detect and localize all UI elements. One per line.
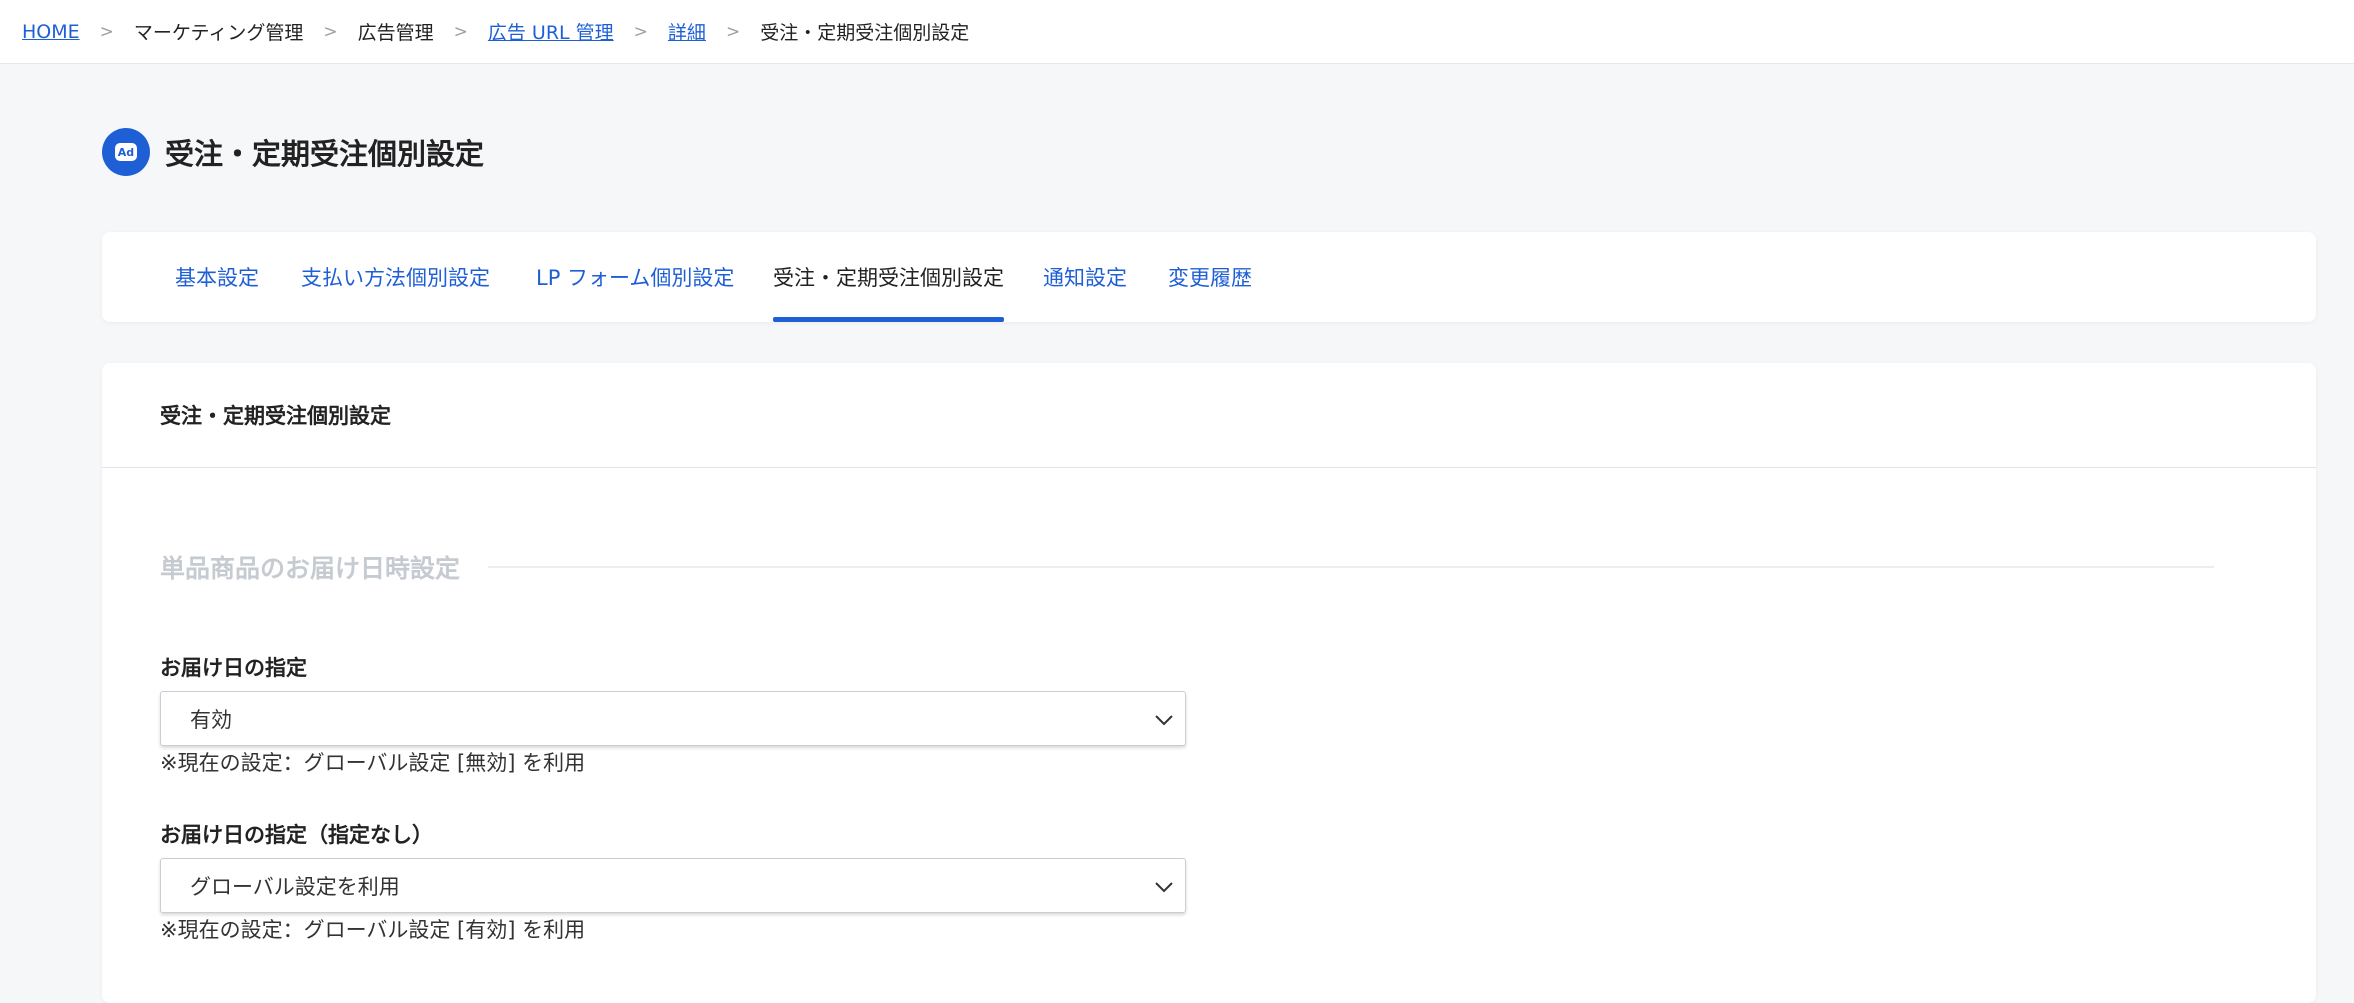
section-divider <box>488 566 2214 568</box>
breadcrumb-separator: > <box>453 21 468 42</box>
breadcrumb-current: 受注・定期受注個別設定 <box>760 22 970 44</box>
tab-bar: 基本設定 支払い方法個別設定 LP フォーム個別設定 受注・定期受注個別設定 通… <box>102 232 2316 322</box>
breadcrumb-separator: > <box>633 21 648 42</box>
page-header: Ad 受注・定期受注個別設定 <box>102 128 484 176</box>
chevron-down-icon <box>1155 882 1173 893</box>
card-heading: 受注・定期受注個別設定 <box>102 363 2316 468</box>
page-title: 受注・定期受注個別設定 <box>165 137 485 171</box>
settings-card: 受注・定期受注個別設定 単品商品のお届け日時設定 お届け日の指定 有効 ※現在の… <box>102 363 2316 1003</box>
breadcrumb-marketing: マーケティング管理 <box>133 22 304 44</box>
ad-icon: Ad <box>102 128 150 176</box>
breadcrumb-ad-management: 広告管理 <box>357 22 434 44</box>
delivery-date-select-value: 有効 <box>190 707 232 732</box>
section-title: 単品商品のお届け日時設定 <box>160 554 461 583</box>
delivery-date-field: お届け日の指定 有効 ※現在の設定：グローバル設定 [無効] を利用 <box>160 653 1186 778</box>
tab-order-settings[interactable]: 受注・定期受注個別設定 <box>773 232 1004 322</box>
tab-change-history[interactable]: 変更履歴 <box>1168 232 1252 322</box>
breadcrumb-ad-url-link[interactable]: 広告 URL 管理 <box>488 18 614 45</box>
tab-notification-settings[interactable]: 通知設定 <box>1043 232 1127 322</box>
delivery-date-unspecified-select-value: グローバル設定を利用 <box>190 874 400 899</box>
delivery-date-label: お届け日の指定 <box>160 656 307 680</box>
breadcrumb-home-link[interactable]: HOME <box>22 21 80 43</box>
breadcrumb-separator: > <box>323 21 338 42</box>
delivery-date-unspecified-select[interactable]: グローバル設定を利用 <box>160 858 1186 913</box>
delivery-date-unspecified-label: お届け日の指定（指定なし） <box>160 823 433 847</box>
section-header: 単品商品のお届け日時設定 <box>160 547 2214 587</box>
delivery-date-note: ※現在の設定：グローバル設定 [無効] を利用 <box>160 751 586 775</box>
breadcrumb: HOME > マーケティング管理 > 広告管理 > 広告 URL 管理 > 詳細… <box>0 0 2354 64</box>
delivery-date-unspecified-note: ※現在の設定：グローバル設定 [有効] を利用 <box>160 918 586 942</box>
tab-payment-settings[interactable]: 支払い方法個別設定 <box>301 232 490 322</box>
delivery-date-select[interactable]: 有効 <box>160 691 1186 746</box>
breadcrumb-separator: > <box>99 21 114 42</box>
ad-icon-label: Ad <box>115 143 137 161</box>
chevron-down-icon <box>1155 715 1173 726</box>
breadcrumb-detail-link[interactable]: 詳細 <box>668 18 706 45</box>
breadcrumb-separator: > <box>725 21 741 42</box>
delivery-date-unspecified-field: お届け日の指定（指定なし） グローバル設定を利用 ※現在の設定：グローバル設定 … <box>160 820 1186 945</box>
tab-basic-settings[interactable]: 基本設定 <box>175 232 259 322</box>
tab-lp-form-settings[interactable]: LP フォーム個別設定 <box>536 232 734 322</box>
